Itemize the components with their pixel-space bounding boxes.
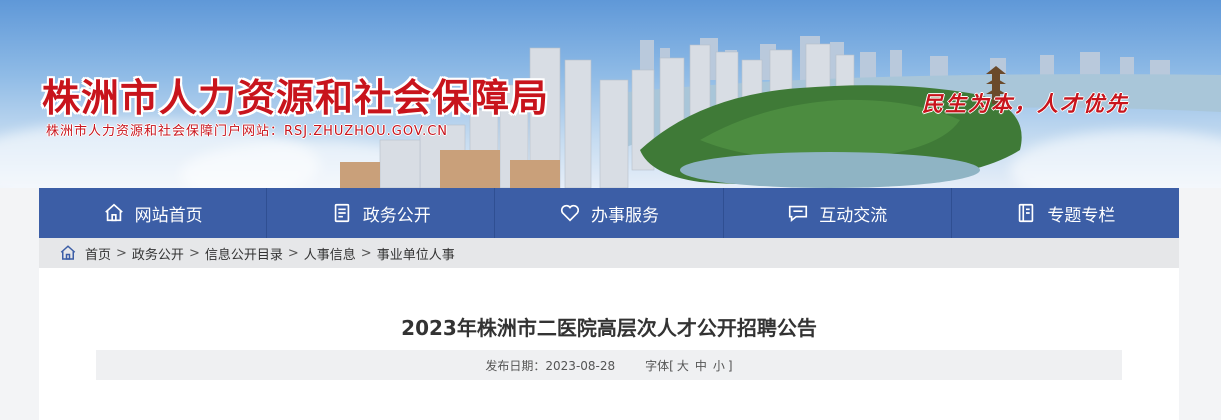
article-meta-bar: 发布日期：2023-08-28 字体[大中小] bbox=[96, 350, 1122, 380]
slogan: 民生为本，人才优先 bbox=[922, 91, 1129, 116]
nav-item-label: 网站首页 bbox=[134, 205, 203, 226]
font-size-bracket: ] bbox=[727, 358, 733, 373]
breadcrumb-separator: > bbox=[287, 245, 299, 261]
nav-item-interaction[interactable]: 互动交流 bbox=[724, 188, 952, 238]
nav-item-gov-affairs[interactable]: 政务公开 bbox=[267, 188, 496, 238]
font-size-bracket: [ bbox=[669, 358, 674, 373]
home-icon bbox=[104, 203, 123, 222]
font-size-medium[interactable]: 中 bbox=[695, 359, 707, 373]
article-title: 2023年株洲市二医院高层次人才公开招聘公告 bbox=[401, 316, 817, 340]
nav-item-home[interactable]: 网站首页 bbox=[39, 188, 268, 238]
publish-date: 发布日期：2023-08-28 bbox=[485, 358, 616, 373]
book-icon bbox=[1019, 203, 1034, 223]
nav-item-label: 互动交流 bbox=[819, 205, 888, 226]
nav-item-label: 政务公开 bbox=[362, 205, 431, 226]
breadcrumb-separator: > bbox=[360, 245, 372, 261]
nav-item-label: 办事服务 bbox=[591, 205, 659, 226]
breadcrumb-separator: > bbox=[188, 245, 200, 261]
site-subtitle: 株洲市人力资源和社会保障门户网站：RSJ.ZHUZHOU.GOV.CN bbox=[46, 124, 449, 139]
heart-icon bbox=[560, 204, 580, 222]
nav-item-services[interactable]: 办事服务 bbox=[495, 188, 724, 238]
chat-icon bbox=[789, 205, 808, 223]
document-icon bbox=[334, 203, 350, 223]
main-nav: 网站首页 政务公开 办事服务 互动交流 专题专栏 bbox=[39, 188, 1179, 238]
home-icon bbox=[60, 245, 76, 260]
breadcrumb-link-home[interactable]: 首页 bbox=[85, 244, 111, 263]
site-title: 株洲市人力资源和社会保障局 bbox=[42, 75, 550, 120]
breadcrumb-link-personnel-info[interactable]: 人事信息 bbox=[304, 244, 356, 263]
breadcrumb-link-public-institution[interactable]: 事业单位人事 bbox=[377, 244, 455, 263]
font-size-switcher: 字体[大中小] bbox=[645, 357, 732, 374]
nav-item-topics[interactable]: 专题专栏 bbox=[952, 188, 1179, 238]
header-banner: 株洲市人力资源和社会保障局 株洲市人力资源和社会保障门户网站：RSJ.ZHUZH… bbox=[0, 0, 1221, 188]
font-size-label: 字体 bbox=[645, 358, 670, 373]
breadcrumb: 首页 > 政务公开 > 信息公开目录 > 人事信息 > 事业单位人事 bbox=[39, 238, 1179, 268]
breadcrumb-link-info-catalog[interactable]: 信息公开目录 bbox=[205, 244, 283, 263]
breadcrumb-link-gov-affairs[interactable]: 政务公开 bbox=[132, 244, 184, 263]
article-panel: 2023年株洲市二医院高层次人才公开招聘公告 发布日期：2023-08-28 字… bbox=[39, 268, 1179, 420]
breadcrumb-separator: > bbox=[116, 245, 127, 261]
nav-item-label: 专题专栏 bbox=[1047, 205, 1116, 226]
font-size-large[interactable]: 大 bbox=[677, 359, 689, 373]
font-size-small[interactable]: 小 bbox=[713, 359, 725, 373]
